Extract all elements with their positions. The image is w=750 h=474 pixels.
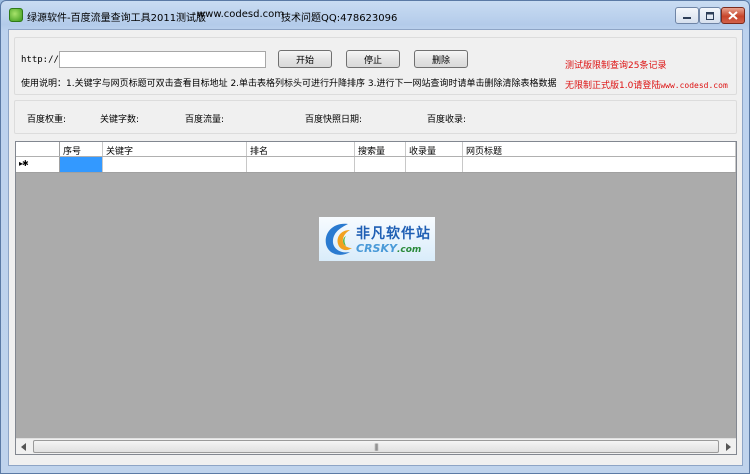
- trial-limit-notice: 测试版限制查询25条记录: [565, 61, 667, 71]
- full-version-prefix: 无限制正式版1.0请登陆: [565, 81, 661, 91]
- url-label: http://: [21, 55, 59, 65]
- app-leaf-icon: [9, 8, 23, 22]
- keyword-count-label: 关键字数:: [100, 115, 140, 125]
- scroll-right-button[interactable]: [720, 439, 736, 454]
- close-icon: [728, 11, 738, 20]
- grid-new-row[interactable]: ▸✱: [16, 157, 736, 173]
- column-header-page-title[interactable]: 网页标题: [463, 142, 736, 156]
- window-title: 绿源软件-百度流量查询工具2011测试版: [27, 13, 207, 24]
- column-header-indexed[interactable]: 收录量: [406, 142, 463, 156]
- cell-keyword[interactable]: [103, 157, 247, 172]
- scroll-left-button[interactable]: [16, 439, 32, 454]
- snapshot-date-label: 百度快照日期:: [305, 115, 363, 125]
- watermark-domain: .com: [396, 245, 422, 255]
- cell-index[interactable]: [60, 157, 103, 172]
- close-button[interactable]: [721, 7, 745, 24]
- baidu-weight-label: 百度权重:: [27, 115, 67, 125]
- crsky-watermark-logo: 非凡软件站 CRSKY.com: [319, 217, 435, 261]
- title-support-qq: 技术问题QQ:478623096: [281, 13, 398, 24]
- watermark-name: 非凡软件站: [356, 226, 431, 242]
- minimize-button[interactable]: [675, 7, 699, 24]
- crsky-swirl-icon: [325, 223, 352, 255]
- column-header-keyword[interactable]: 关键字: [103, 142, 247, 156]
- full-version-site: www.codesd.com: [660, 81, 728, 90]
- start-button[interactable]: 开始: [278, 50, 332, 68]
- results-grid[interactable]: 序号 关键字 排名 搜索量 收录量 网页标题 ▸✱ 非凡软件站 CRSKY.co…: [15, 141, 737, 455]
- column-header-rank[interactable]: 排名: [247, 142, 355, 156]
- minimize-icon: [683, 16, 691, 19]
- cell-page-title[interactable]: [463, 157, 736, 172]
- arrow-right-icon: [726, 443, 731, 451]
- new-row-marker[interactable]: ▸✱: [16, 157, 60, 172]
- baidu-traffic-label: 百度流量:: [185, 115, 225, 125]
- stop-button[interactable]: 停止: [346, 50, 400, 68]
- cell-indexed[interactable]: [406, 157, 463, 172]
- arrow-left-icon: [21, 443, 26, 451]
- url-input[interactable]: [59, 51, 266, 68]
- query-panel: http:// 开始 停止 删除 使用说明：1.关键字与网页标题可双击查看目标地…: [14, 37, 737, 95]
- horizontal-scrollbar[interactable]: |||: [16, 438, 736, 454]
- scrollbar-grip: |||: [373, 442, 379, 451]
- header-corner[interactable]: [16, 142, 60, 156]
- maximize-button[interactable]: [699, 7, 721, 24]
- scrollbar-thumb[interactable]: |||: [33, 440, 719, 453]
- grid-header: 序号 关键字 排名 搜索量 收录量 网页标题: [16, 142, 736, 157]
- indexed-count-label: 百度收录:: [427, 115, 467, 125]
- usage-instructions: 使用说明：1.关键字与网页标题可双击查看目标地址 2.单击表格列标头可进行升降排…: [21, 79, 557, 89]
- client-area: http:// 开始 停止 删除 使用说明：1.关键字与网页标题可双击查看目标地…: [8, 29, 743, 466]
- delete-button[interactable]: 删除: [414, 50, 468, 68]
- main-window: 绿源软件-百度流量查询工具2011测试版 www.codesd.com 技术问题…: [0, 0, 750, 474]
- column-header-index[interactable]: 序号: [60, 142, 103, 156]
- cell-rank[interactable]: [247, 157, 355, 172]
- watermark-brand-text: CRSKY: [356, 242, 397, 255]
- title-bar[interactable]: 绿源软件-百度流量查询工具2011测试版 www.codesd.com 技术问题…: [1, 1, 749, 29]
- stats-panel: 百度权重: 关键字数: 百度流量: 百度快照日期: 百度收录:: [14, 100, 737, 134]
- title-website: www.codesd.com: [197, 9, 285, 20]
- full-version-notice: 无限制正式版1.0请登陆www.codesd.com: [565, 78, 728, 91]
- cell-search-volume[interactable]: [355, 157, 406, 172]
- maximize-icon: [706, 11, 714, 20]
- watermark-brand: CRSKY.com: [356, 242, 421, 255]
- column-header-search-volume[interactable]: 搜索量: [355, 142, 406, 156]
